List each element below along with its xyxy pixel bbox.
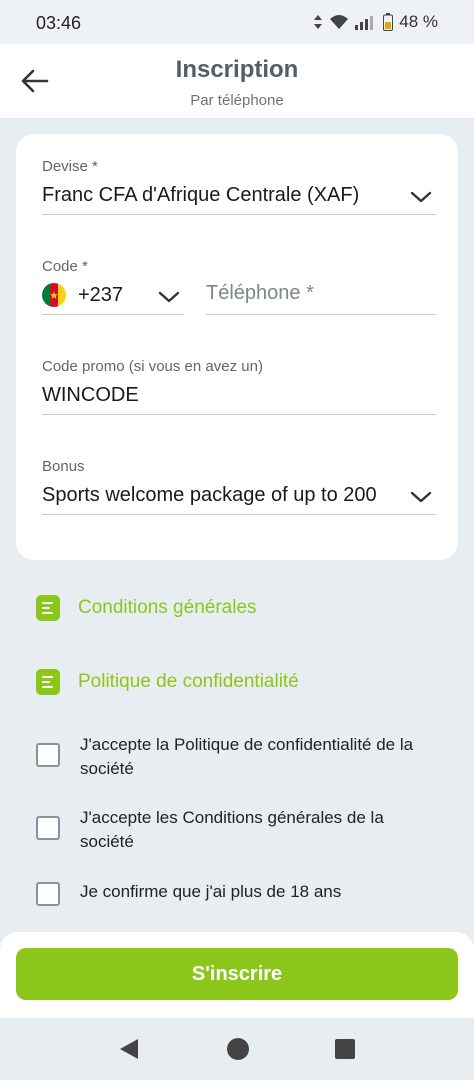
accept-terms-checkbox[interactable] (36, 816, 60, 840)
page-title: Inscription (175, 56, 299, 83)
nav-back-icon[interactable] (118, 1037, 140, 1061)
accept-terms-row: J'accepte les Conditions générales de la… (36, 806, 420, 854)
age-confirm-row: Je confirme que j'ai plus de 18 ans (36, 881, 420, 906)
currency-select[interactable]: Franc CFA d'Afrique Centrale (XAF) (42, 184, 359, 207)
accept-terms-label: J'accepte les Conditions générales de la… (80, 808, 384, 851)
promo-code-input[interactable]: WINCODE (42, 384, 139, 407)
country-code-select[interactable]: +237 (78, 284, 123, 307)
code-underline (42, 314, 184, 315)
submit-panel: S'inscrire (0, 932, 474, 1018)
bonus-label: Bonus (42, 458, 85, 475)
page-subtitle: Par téléphone (190, 92, 284, 109)
nav-recents-icon[interactable] (334, 1038, 356, 1060)
battery-icon (383, 13, 394, 31)
age-confirm-checkbox[interactable] (36, 882, 60, 906)
phone-input[interactable]: Téléphone * (206, 282, 314, 305)
accept-privacy-label: J'accepte la Politique de confidentialit… (80, 735, 414, 778)
promo-label: Code promo (si vous en avez un) (42, 358, 263, 375)
code-label: Code * (42, 258, 88, 275)
age-confirm-label: Je confirme que j'ai plus de 18 ans (80, 882, 342, 901)
wifi-icon (330, 15, 349, 29)
terms-link[interactable]: Conditions générales (36, 595, 257, 621)
battery-percent: 48 % (399, 12, 438, 31)
bonus-underline (42, 514, 436, 515)
bonus-select[interactable]: Sports welcome package of up to 200 (42, 484, 377, 507)
register-button[interactable]: S'inscrire (16, 948, 458, 1000)
promo-underline (42, 414, 436, 415)
chevron-down-icon[interactable] (410, 190, 432, 204)
privacy-policy-link-label: Politique de confidentialité (78, 671, 299, 692)
accept-privacy-checkbox[interactable] (36, 743, 60, 767)
data-arrows-icon (314, 15, 323, 29)
status-time: 03:46 (36, 13, 82, 33)
page-header: Inscription Par téléphone (0, 44, 474, 119)
currency-underline (42, 214, 436, 215)
chevron-down-icon[interactable] (410, 490, 432, 504)
status-icons: 48 % (313, 12, 438, 32)
currency-label: Devise * (42, 158, 98, 175)
system-nav-bar (0, 1018, 474, 1080)
document-icon (36, 669, 60, 695)
chevron-down-icon[interactable] (158, 290, 180, 304)
terms-link-label: Conditions générales (78, 597, 257, 618)
privacy-policy-link[interactable]: Politique de confidentialité (36, 669, 299, 695)
nav-home-icon[interactable] (226, 1037, 250, 1061)
status-bar: 03:46 48 % (0, 0, 474, 44)
accept-privacy-row: J'accepte la Politique de confidentialit… (36, 733, 420, 781)
registration-form-card: Devise * Franc CFA d'Afrique Centrale (X… (16, 134, 458, 560)
phone-underline (206, 314, 436, 315)
document-icon (36, 595, 60, 621)
cameroon-flag-icon (42, 283, 66, 307)
signal-icon (355, 16, 374, 30)
